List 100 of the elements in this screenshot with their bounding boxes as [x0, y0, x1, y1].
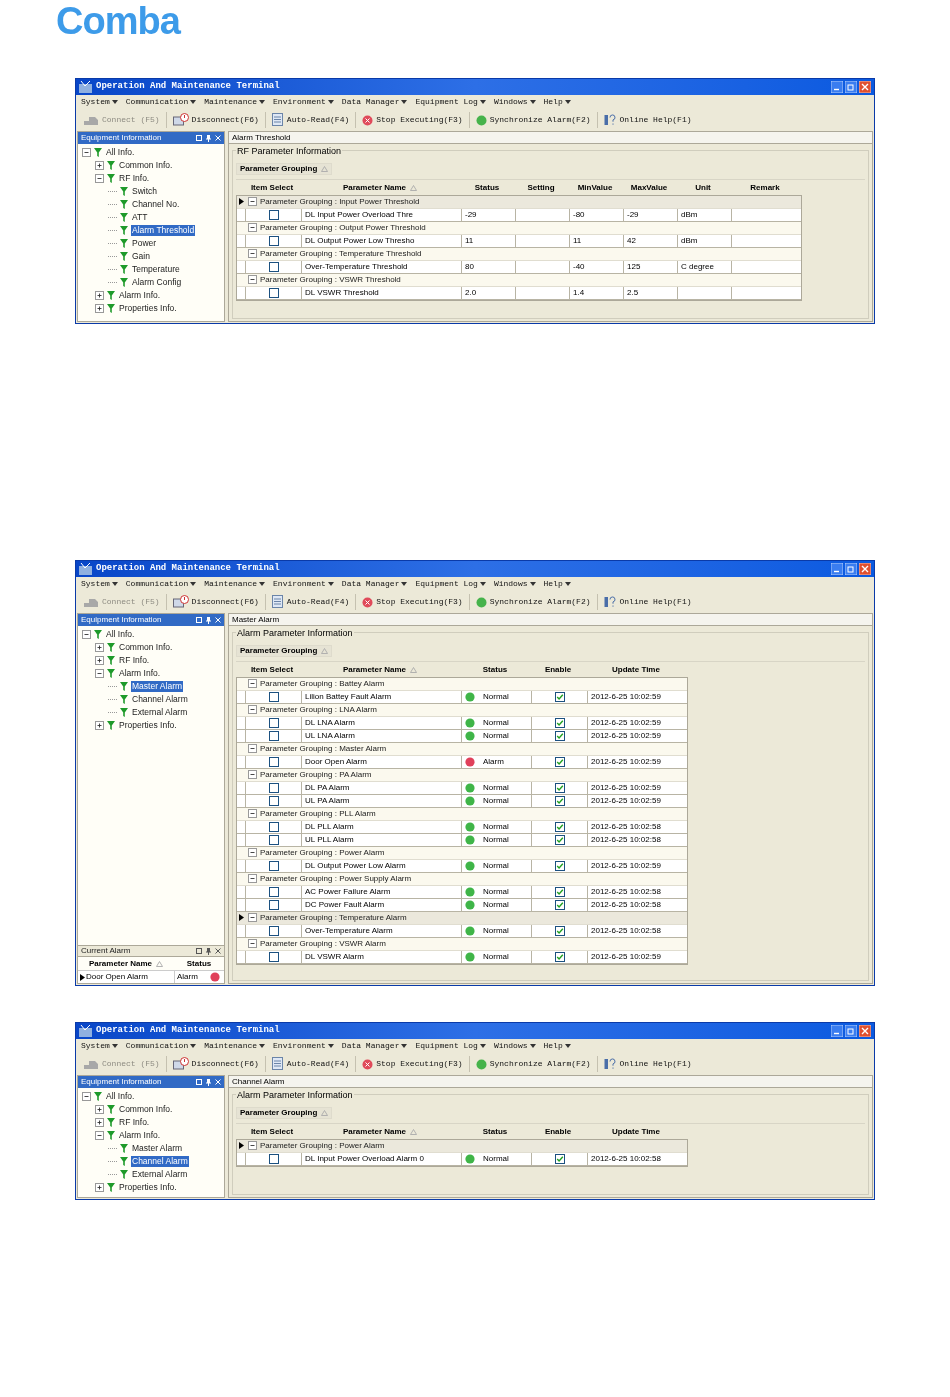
tree-item[interactable]: Temperature — [131, 264, 181, 275]
menu-item[interactable]: Environment — [273, 1040, 326, 1052]
toolbar-button[interactable]: Disconnect(F6) — [169, 111, 262, 129]
column-header[interactable]: Status — [186, 957, 212, 970]
collapse-icon[interactable] — [248, 705, 257, 714]
minimize-icon[interactable] — [831, 81, 843, 93]
checkbox[interactable] — [554, 860, 565, 871]
tab-title[interactable]: Master Alarm — [232, 613, 280, 626]
checkbox[interactable] — [554, 1153, 565, 1164]
checkbox[interactable] — [554, 951, 565, 962]
column-header[interactable]: Item Select — [250, 1126, 294, 1138]
expand-icon[interactable] — [95, 304, 104, 313]
checkbox[interactable] — [554, 795, 565, 806]
toolbar-button[interactable]: Stop Executing(F3) — [359, 111, 466, 129]
column-header[interactable]: Enable — [544, 1126, 572, 1138]
column-header[interactable]: Item Select — [250, 182, 294, 194]
expand-icon[interactable] — [95, 656, 104, 665]
toolbar-button[interactable]: Stop Executing(F3) — [359, 593, 466, 611]
tree-item[interactable]: ATT — [131, 212, 149, 223]
column-header[interactable]: Parameter Name — [88, 957, 153, 970]
toolbar-button[interactable]: Auto-Read(F4) — [268, 111, 353, 129]
checkbox[interactable] — [554, 730, 565, 741]
menu-item[interactable]: Data Manager — [341, 1040, 400, 1052]
collapse-icon[interactable] — [248, 223, 257, 232]
collapse-icon[interactable] — [95, 669, 104, 678]
checkbox[interactable] — [554, 925, 565, 936]
tree-item[interactable]: External Alarm — [131, 1169, 189, 1180]
expand-icon[interactable] — [95, 1183, 104, 1192]
tree-item[interactable]: External Alarm — [131, 707, 189, 718]
checkbox[interactable] — [268, 261, 279, 272]
tree-item[interactable]: Alarm Info. — [118, 290, 162, 301]
grouping-chip[interactable]: Parameter Grouping — [236, 644, 333, 657]
checkbox[interactable] — [268, 691, 279, 702]
minimize-icon[interactable] — [831, 1025, 843, 1037]
menu-item[interactable]: System — [81, 1040, 110, 1052]
collapse-icon[interactable] — [248, 770, 257, 779]
column-header[interactable]: Parameter Name — [342, 182, 407, 194]
tree-item[interactable]: Power — [131, 238, 158, 249]
menu-item[interactable]: Equipment Log — [415, 578, 478, 590]
grouping-chip[interactable]: Parameter Grouping — [236, 162, 333, 175]
menu-item[interactable]: Help — [543, 578, 563, 590]
column-header[interactable]: Status — [474, 182, 500, 194]
tree-item[interactable]: Alarm Info. — [118, 1130, 162, 1141]
menu-item[interactable]: Windows — [493, 96, 528, 108]
collapse-icon[interactable] — [248, 874, 257, 883]
window-icon[interactable] — [196, 948, 202, 954]
collapse-icon[interactable] — [248, 249, 257, 258]
tree-item[interactable]: Channel Alarm — [131, 694, 189, 705]
toolbar-button[interactable]: Online Help(F1) — [600, 111, 695, 129]
checkbox[interactable] — [268, 886, 279, 897]
pin-icon[interactable] — [206, 947, 211, 955]
checkbox[interactable] — [268, 834, 279, 845]
tab-title[interactable]: Channel Alarm — [232, 1075, 285, 1088]
collapse-icon[interactable] — [248, 744, 257, 753]
tree-item[interactable]: Properties Info. — [118, 1182, 178, 1193]
tree-item[interactable]: All Info. — [105, 147, 136, 158]
checkbox[interactable] — [268, 717, 279, 728]
checkbox[interactable] — [554, 756, 565, 767]
checkbox[interactable] — [268, 730, 279, 741]
checkbox[interactable] — [554, 821, 565, 832]
column-header[interactable]: Item Select — [250, 664, 294, 676]
toolbar-button[interactable]: Synchronize Alarm(F2) — [472, 1055, 594, 1073]
toolbar-button[interactable]: Stop Executing(F3) — [359, 1055, 466, 1073]
checkbox[interactable] — [554, 691, 565, 702]
toolbar-button[interactable]: Online Help(F1) — [600, 593, 695, 611]
collapse-icon[interactable] — [82, 1092, 91, 1101]
menu-item[interactable]: Equipment Log — [415, 1040, 478, 1052]
restore-icon[interactable] — [845, 81, 857, 93]
checkbox[interactable] — [268, 756, 279, 767]
menu-item[interactable]: Maintenance — [204, 578, 258, 590]
column-header[interactable]: Status — [482, 664, 508, 676]
checkbox[interactable] — [554, 782, 565, 793]
checkbox[interactable] — [268, 925, 279, 936]
tree-item[interactable]: Master Alarm — [131, 1143, 184, 1154]
tree-item[interactable]: Properties Info. — [118, 720, 178, 731]
collapse-icon[interactable] — [95, 174, 104, 183]
tree-item[interactable]: Common Info. — [118, 642, 174, 653]
column-header[interactable]: Enable — [544, 664, 572, 676]
column-header[interactable]: Status — [482, 1126, 508, 1138]
checkbox[interactable] — [554, 717, 565, 728]
tree-item[interactable]: Alarm Info. — [118, 668, 162, 679]
checkbox[interactable] — [268, 899, 279, 910]
menu-item[interactable]: Communication — [125, 578, 189, 590]
collapse-icon[interactable] — [248, 275, 257, 284]
menu-item[interactable]: Windows — [493, 578, 528, 590]
column-header[interactable]: Update Time — [612, 664, 660, 676]
tree-item[interactable]: Common Info. — [118, 160, 174, 171]
expand-icon[interactable] — [95, 161, 104, 170]
menu-item[interactable]: Maintenance — [204, 1040, 258, 1052]
menu-item[interactable]: Windows — [493, 1040, 528, 1052]
column-header[interactable]: MaxValue — [630, 182, 668, 194]
column-header[interactable]: MinValue — [577, 182, 613, 194]
pin-icon[interactable] — [206, 616, 211, 624]
menu-item[interactable]: Data Manager — [341, 578, 400, 590]
toolbar-button[interactable]: Disconnect(F6) — [169, 593, 262, 611]
tree-item[interactable]: Alarm Config — [131, 277, 183, 288]
checkbox[interactable] — [268, 287, 279, 298]
toolbar-button[interactable]: Synchronize Alarm(F2) — [472, 111, 594, 129]
expand-icon[interactable] — [95, 1118, 104, 1127]
collapse-icon[interactable] — [95, 1131, 104, 1140]
